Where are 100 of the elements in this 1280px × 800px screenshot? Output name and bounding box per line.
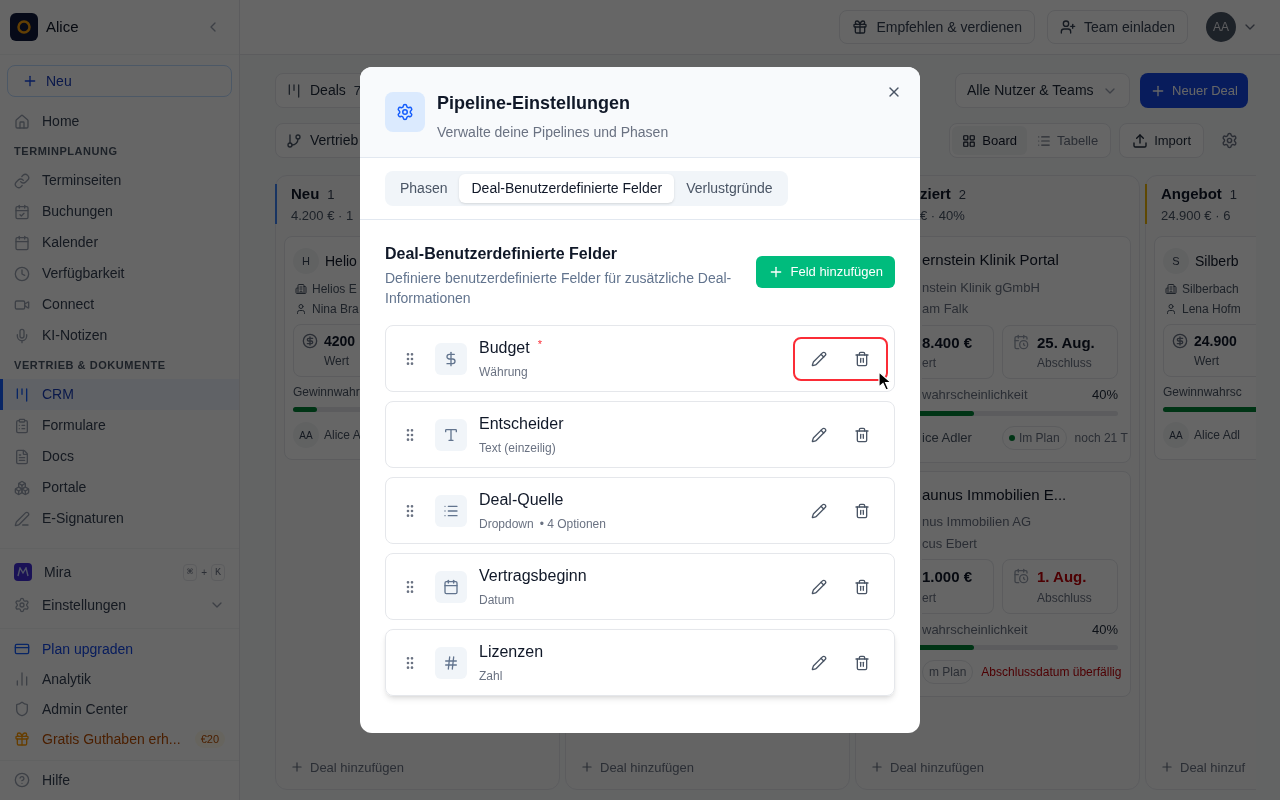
deal-count: 7 xyxy=(353,81,362,100)
dialog-tab[interactable]: Verlustgründe xyxy=(674,174,785,203)
refer-button[interactable]: Empfehlen & verdienen xyxy=(839,10,1035,44)
sidebar-item[interactable]: Terminseiten xyxy=(0,165,239,196)
sidebar-item[interactable]: CRM xyxy=(0,379,239,410)
invite-button[interactable]: Team einladen xyxy=(1046,10,1188,44)
plus-icon xyxy=(22,73,38,89)
column-title: ziert xyxy=(920,184,951,204)
building-icon xyxy=(295,283,307,295)
deal-avatar: H xyxy=(293,248,319,274)
column-title: Neu xyxy=(291,184,320,204)
field-type-icon xyxy=(435,342,467,375)
field-name: Lizenzen xyxy=(479,642,544,662)
deal-title: ernstein Klinik Portal xyxy=(922,250,1060,270)
sidebar-item[interactable]: Gratis Guthaben erh... €20 xyxy=(0,724,239,754)
user-plus-icon xyxy=(1059,19,1076,35)
clock-icon xyxy=(14,265,30,282)
pencil-icon xyxy=(811,502,827,519)
dialog-tab[interactable]: Deal-Benutzerdefinierte Felder xyxy=(459,174,675,203)
field-type: Datum xyxy=(479,592,515,609)
plus-icon xyxy=(580,760,594,775)
settings-icon xyxy=(14,597,30,613)
sidebar-item[interactable]: KI-Notizen xyxy=(0,320,239,351)
add-deal-button[interactable]: Deal hinzufügen xyxy=(870,757,1139,777)
field-row[interactable]: Deal-Quelle Dropdown • 4 Optionen xyxy=(385,477,895,544)
close-date: 25. Aug. xyxy=(1037,332,1095,353)
dialog-tab[interactable]: Phasen xyxy=(388,174,460,203)
field-row[interactable]: Lizenzen Zahl xyxy=(385,629,895,696)
probability-value: 40% xyxy=(1091,386,1118,404)
field-type: Währung xyxy=(479,364,528,381)
sidebar-item[interactable]: Home xyxy=(0,106,239,137)
sidebar-item[interactable]: Plan upgraden xyxy=(0,634,239,664)
dialog-title: Pipeline-Einstellungen xyxy=(437,92,632,115)
section-heading: VERTRIEB & DOKUMENTE xyxy=(13,357,167,373)
sidebar-item[interactable]: E-Signaturen xyxy=(0,503,239,534)
calendar-icon xyxy=(14,234,30,251)
plus-icon xyxy=(1160,760,1174,775)
sidebar-label: Einstellungen xyxy=(42,595,127,615)
add-deal-button[interactable]: Deal hinzufügen xyxy=(580,757,849,777)
add-deal-button[interactable]: Deal hinzufügen xyxy=(290,757,559,777)
sidebar-item[interactable]: Hilfe xyxy=(0,765,239,795)
deal-card[interactable]: S Silberb Silberbach Lena Hofm 24.900 Wert Gewinnwahrsc AA Alice Adl xyxy=(1154,236,1256,460)
sidebar-item[interactable]: Formulare xyxy=(0,410,239,441)
sidebar-item[interactable]: Analytik xyxy=(0,664,239,694)
calendar-check-icon xyxy=(14,203,30,220)
add-field-button[interactable]: Feld hinzufügen xyxy=(756,256,895,288)
field-row[interactable]: Vertragsbeginn Datum xyxy=(385,553,895,620)
field-type-icon xyxy=(435,418,467,451)
field-type: Text (einzeilig) xyxy=(479,440,556,457)
owner-name: Alice Adl xyxy=(1194,427,1241,444)
sidebar-item[interactable]: Mira ⌘ + K xyxy=(0,556,239,588)
assistant-icon xyxy=(14,563,32,581)
sidebar-item[interactable]: Portale xyxy=(0,472,239,503)
sidebar-item[interactable]: Einstellungen xyxy=(0,588,239,622)
deal-title: Silberb xyxy=(1195,251,1239,271)
company-name: Helios E xyxy=(312,281,357,298)
value-label: Wert xyxy=(324,353,351,370)
field-row[interactable]: Budget * Währung xyxy=(385,325,895,392)
trash-icon xyxy=(854,350,870,367)
option-count: • 4 Optionen xyxy=(539,516,606,533)
column-summary: 4.200 € · 1 xyxy=(291,206,354,225)
field-name: Deal-Quelle xyxy=(479,490,564,510)
shortcut-plus: + xyxy=(200,565,208,580)
calendar-clock-icon xyxy=(1013,568,1029,584)
sidebar-item[interactable]: Admin Center xyxy=(0,694,239,724)
company-name: nus Immobilien AG xyxy=(922,513,1033,531)
column-title: Angebot xyxy=(1161,184,1222,204)
trash-icon xyxy=(854,654,870,671)
new-button[interactable]: Neu xyxy=(7,65,232,97)
sidebar-item[interactable]: Buchungen xyxy=(0,196,239,227)
deal-value: 1.000 € xyxy=(922,567,974,587)
contact-name: Nina Bra xyxy=(312,301,359,318)
view-tab[interactable]: Board xyxy=(952,126,1027,155)
sidebar-item[interactable]: Kalender xyxy=(0,227,239,258)
list-icon xyxy=(1036,133,1051,148)
sidebar-item[interactable]: Docs xyxy=(0,441,239,472)
value-label: Wert xyxy=(1194,353,1221,370)
value-label: ert xyxy=(922,589,937,607)
due-text: Abschlussdatum überfällig xyxy=(981,664,1122,681)
plus-icon xyxy=(870,760,884,775)
owner-filter[interactable]: Alle Nutzer & Teams xyxy=(955,73,1130,108)
deal-value: 24.900 xyxy=(1194,332,1237,351)
deal-title: Helio xyxy=(325,251,357,271)
new-deal-button[interactable]: Neuer Deal xyxy=(1140,73,1248,108)
field-row[interactable]: Entscheider Text (einzeilig) xyxy=(385,401,895,468)
sidebar-item[interactable]: Connect xyxy=(0,289,239,320)
view-tab[interactable]: Tabelle xyxy=(1026,126,1109,155)
sidebar-item[interactable]: Verfügbarkeit xyxy=(0,258,239,289)
dialog-subtitle: Verwalte deine Pipelines und Phasen xyxy=(437,123,669,142)
column-count: 2 xyxy=(958,186,967,204)
mouse-pointer-icon xyxy=(878,371,894,392)
workspace-name: Alice xyxy=(46,16,79,37)
logo-icon xyxy=(10,13,38,41)
add-deal-button[interactable]: Deal hinzuf xyxy=(1160,757,1256,777)
sidebar-label: Mira xyxy=(44,562,72,582)
deal-title: aunus Immobilien E... xyxy=(922,484,1068,505)
sidebar-label: Analytik xyxy=(42,669,92,689)
probability-label: wahrscheinlichkeit xyxy=(922,386,1028,404)
import-button[interactable]: Import xyxy=(1119,123,1204,158)
field-type-icon xyxy=(435,646,467,679)
